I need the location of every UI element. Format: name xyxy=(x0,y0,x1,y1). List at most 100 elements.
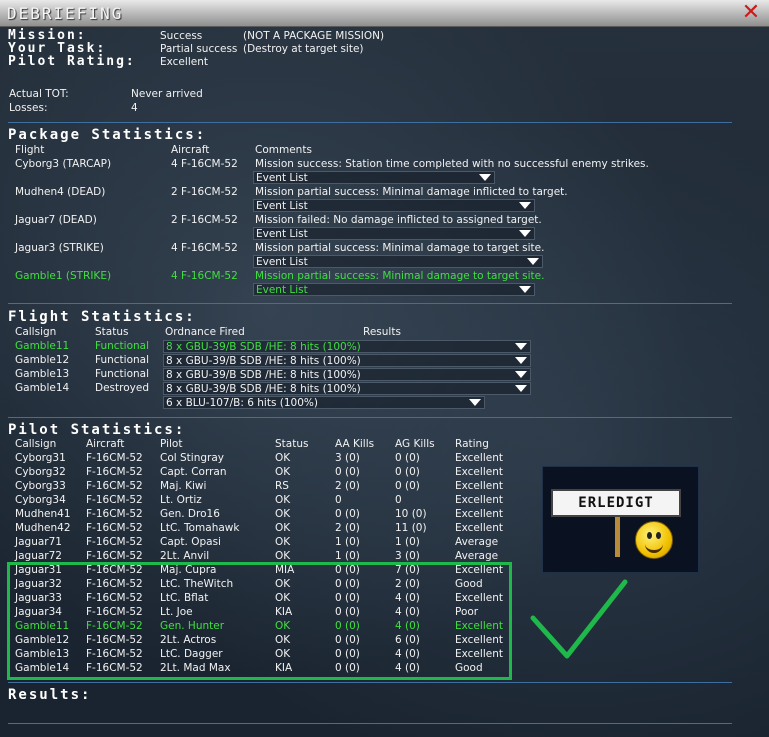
event-list-dropdown[interactable]: Event List xyxy=(253,255,543,268)
pilot-rating: Excellent xyxy=(455,480,503,492)
column-header: Results xyxy=(363,326,401,338)
pilot-aa: 3 (0) xyxy=(335,452,360,464)
pilot-status: RS xyxy=(275,480,289,492)
losses-label: Losses: xyxy=(9,102,48,114)
column-header: Ordnance Fired xyxy=(165,326,245,338)
package-aircraft: 4 F-16CM-52 xyxy=(171,158,238,170)
event-list-dropdown[interactable]: Event List xyxy=(253,171,495,184)
pilot-callsign: Cyborg34 xyxy=(15,494,66,506)
package-flight: Jaguar7 (DEAD) xyxy=(15,214,97,226)
separator xyxy=(8,303,732,304)
chevron-down-icon[interactable] xyxy=(469,399,481,406)
pilot-pilot: LtC. Tomahawk xyxy=(160,522,240,534)
chevron-down-icon[interactable] xyxy=(519,230,531,237)
event-list-dropdown[interactable]: Event List xyxy=(253,199,535,212)
pilot-status: OK xyxy=(275,508,291,520)
chevron-down-icon[interactable] xyxy=(519,202,531,209)
pilot-pilot: Capt. Opasi xyxy=(160,536,221,548)
package-comment: Mission success: Station time completed … xyxy=(255,158,649,170)
pilot-aircraft: F-16CM-52 xyxy=(86,480,143,492)
pilot-status: OK xyxy=(275,522,291,534)
package-aircraft: 2 F-16CM-52 xyxy=(171,214,238,226)
column-header: Comments xyxy=(255,144,312,156)
pilot-rating: Excellent xyxy=(455,452,503,464)
flight-status: Destroyed xyxy=(95,382,149,394)
flight-callsign: Gamble11 xyxy=(15,340,70,352)
pilot-aa: 0 (0) xyxy=(335,466,360,478)
pilot-status: OK xyxy=(275,550,291,562)
flight-status: Functional xyxy=(95,354,150,366)
pilot-aircraft: F-16CM-52 xyxy=(86,522,143,534)
dropdown-label: Event List xyxy=(256,256,308,268)
column-header: Status xyxy=(95,326,129,338)
package-comment: Mission partial success: Minimal damage … xyxy=(255,270,545,282)
chevron-down-icon[interactable] xyxy=(515,371,527,378)
chevron-down-icon[interactable] xyxy=(515,385,527,392)
flight-callsign: Gamble12 xyxy=(15,354,70,366)
flight-callsign: Gamble13 xyxy=(15,368,70,380)
mission-value: Partial success xyxy=(160,43,238,55)
chevron-down-icon[interactable] xyxy=(515,343,527,350)
pilot-aircraft: F-16CM-52 xyxy=(86,494,143,506)
ordnance-dropdown[interactable]: 6 x BLU-107/B: 6 hits (100%) xyxy=(163,396,485,409)
column-header: Pilot xyxy=(160,438,183,450)
dropdown-label: 6 x BLU-107/B: 6 hits (100%) xyxy=(166,397,318,409)
dropdown-label: 8 x GBU-39/B SDB /HE: 8 hits (100%) xyxy=(166,341,361,353)
chevron-down-icon[interactable] xyxy=(519,286,531,293)
pilot-rating: Average xyxy=(455,536,499,548)
pilot-aircraft: F-16CM-52 xyxy=(86,536,143,548)
dropdown-label: Event List xyxy=(256,172,308,184)
package-aircraft: 4 F-16CM-52 xyxy=(171,242,238,254)
dropdown-label: 8 x GBU-39/B SDB /HE: 8 hits (100%) xyxy=(166,355,361,367)
column-header: AA Kills xyxy=(335,438,375,450)
flight-status: Functional xyxy=(95,340,150,352)
pilot-aa: 2 (0) xyxy=(335,522,360,534)
window-title: DEBRIEFING xyxy=(7,4,124,23)
pilot-status: OK xyxy=(275,536,291,548)
pilot-aa: 0 (0) xyxy=(335,508,360,520)
sign-pole xyxy=(615,517,620,557)
separator xyxy=(8,723,732,724)
pilot-ag: 0 (0) xyxy=(395,466,420,478)
chevron-down-icon[interactable] xyxy=(515,357,527,364)
event-list-dropdown[interactable]: Event List xyxy=(253,283,535,296)
pilot-status: OK xyxy=(275,494,291,506)
pilot-aircraft: F-16CM-52 xyxy=(86,452,143,464)
chevron-down-icon[interactable] xyxy=(527,258,539,265)
package-aircraft: 4 F-16CM-52 xyxy=(171,270,238,282)
pilot-ag: 3 (0) xyxy=(395,550,420,562)
flight-callsign: Gamble14 xyxy=(15,382,70,394)
dropdown-label: 8 x GBU-39/B SDB /HE: 8 hits (100%) xyxy=(166,383,361,395)
separator xyxy=(8,682,732,683)
pilot-pilot: 2Lt. Anvil xyxy=(160,550,210,562)
mission-value: Excellent xyxy=(160,56,208,68)
mission-label: Pilot Rating: xyxy=(8,54,136,69)
ordnance-dropdown[interactable]: 8 x GBU-39/B SDB /HE: 8 hits (100%) xyxy=(163,340,531,353)
pilot-rating: Excellent xyxy=(455,494,503,506)
dropdown-label: Event List xyxy=(256,228,308,240)
pilot-ag: 0 (0) xyxy=(395,480,420,492)
column-header: Callsign xyxy=(15,438,57,450)
ordnance-dropdown[interactable]: 8 x GBU-39/B SDB /HE: 8 hits (100%) xyxy=(163,354,531,367)
ordnance-dropdown[interactable]: 8 x GBU-39/B SDB /HE: 8 hits (100%) xyxy=(163,382,531,395)
pilot-rating: Average xyxy=(455,550,499,562)
separator xyxy=(8,122,732,123)
package-flight: Mudhen4 (DEAD) xyxy=(15,186,106,198)
pilot-aircraft: F-16CM-52 xyxy=(86,550,143,562)
pilot-callsign: Jaguar71 xyxy=(15,536,62,548)
pilot-callsign: Jaguar72 xyxy=(15,550,62,562)
separator xyxy=(8,417,732,418)
chevron-down-icon[interactable] xyxy=(479,174,491,181)
pilot-callsign: Mudhen42 xyxy=(15,522,71,534)
ordnance-dropdown[interactable]: 8 x GBU-39/B SDB /HE: 8 hits (100%) xyxy=(163,368,531,381)
pilot-callsign: Cyborg33 xyxy=(15,480,66,492)
package-comment: Mission partial success: Minimal damage … xyxy=(255,186,568,198)
smiley-icon xyxy=(635,521,673,559)
event-list-dropdown[interactable]: Event List xyxy=(253,227,535,240)
column-header: Flight xyxy=(15,144,45,156)
pilot-rating: Excellent xyxy=(455,466,503,478)
package-flight: Gamble1 (STRIKE) xyxy=(15,270,112,282)
close-icon[interactable]: ✕ xyxy=(740,2,762,24)
dropdown-label: Event List xyxy=(256,200,308,212)
package-flight: Cyborg3 (TARCAP) xyxy=(15,158,112,170)
